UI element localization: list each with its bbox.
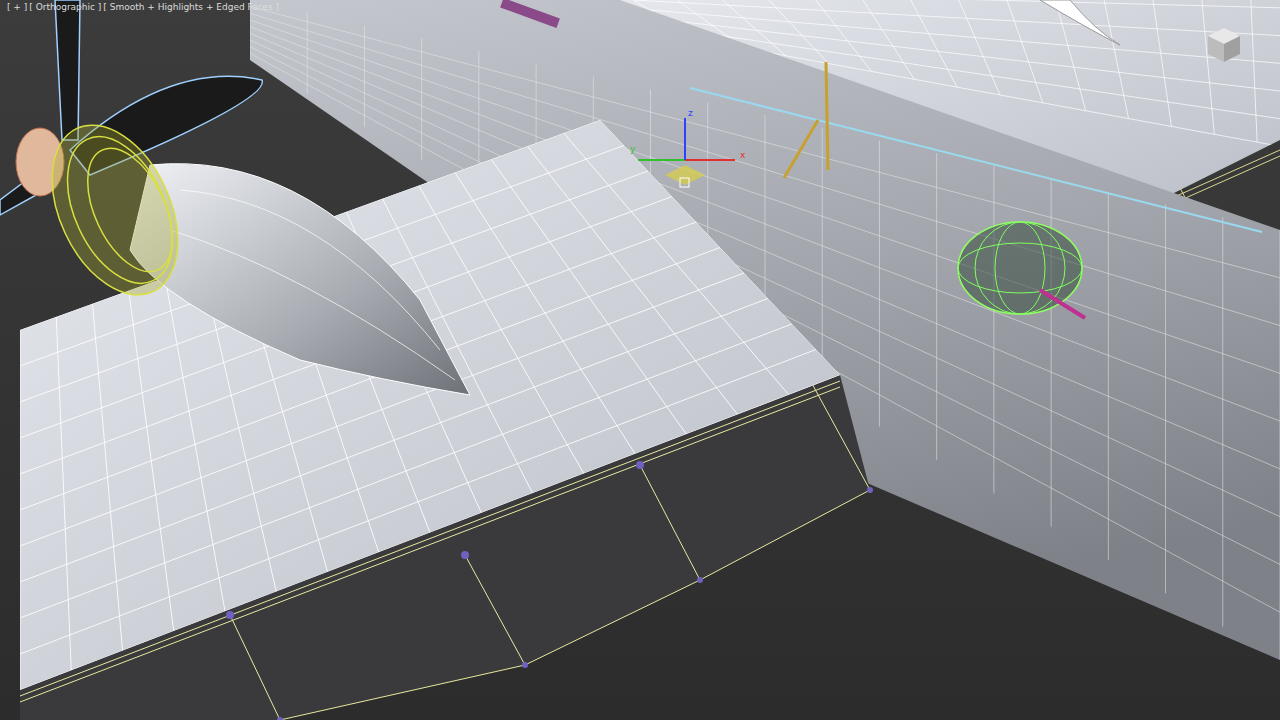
axis-label: y	[630, 144, 636, 154]
antenna-wire	[690, 88, 1262, 232]
engine-cowling	[27, 105, 203, 315]
viewport-label[interactable]: [ Orthographic ]	[29, 2, 101, 13]
viewport[interactable]: x y z [ + ][ Orthographic ][ Smooth + High…	[0, 0, 1280, 720]
view-cube-icon[interactable]	[1208, 28, 1240, 62]
engine-nacelle	[130, 164, 470, 395]
viewport-label[interactable]: [ Smooth + Highlights + Edged Faces ]	[103, 2, 279, 13]
viewport-label[interactable]: [ + ]	[7, 2, 27, 13]
turret	[958, 222, 1085, 318]
viewport-label-bar: [ + ][ Orthographic ][ Smooth + Highligh…	[4, 1, 282, 14]
airplane-model[interactable]: x y z	[0, 0, 1280, 720]
background	[0, 0, 1280, 720]
antenna-mast	[784, 62, 828, 178]
transform-gizmo[interactable]: x y z	[630, 108, 746, 187]
axis-label: x	[740, 150, 746, 160]
axis-label: z	[688, 108, 693, 118]
